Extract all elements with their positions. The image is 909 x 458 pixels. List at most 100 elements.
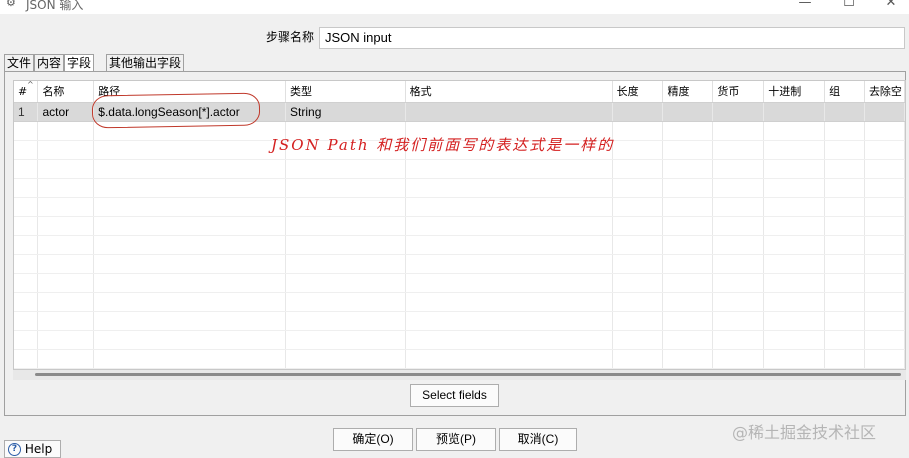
cell-name[interactable]: actor bbox=[37, 102, 95, 122]
empty-cell[interactable] bbox=[824, 330, 865, 350]
empty-cell[interactable] bbox=[285, 311, 406, 331]
empty-cell[interactable] bbox=[14, 330, 39, 350]
empty-cell[interactable] bbox=[824, 273, 865, 293]
empty-cell[interactable] bbox=[14, 216, 39, 236]
empty-cell[interactable] bbox=[285, 178, 406, 198]
empty-cell[interactable] bbox=[37, 311, 95, 331]
empty-cell[interactable] bbox=[864, 197, 905, 217]
tab-file[interactable]: 文件 bbox=[4, 54, 34, 72]
empty-cell[interactable] bbox=[93, 140, 287, 160]
empty-cell[interactable] bbox=[14, 311, 39, 331]
empty-table-row[interactable] bbox=[14, 349, 905, 369]
minimize-button[interactable]: — bbox=[790, 0, 820, 11]
empty-cell[interactable] bbox=[405, 235, 613, 255]
empty-table-row[interactable] bbox=[14, 216, 905, 236]
empty-cell[interactable] bbox=[662, 330, 714, 350]
empty-cell[interactable] bbox=[93, 197, 287, 217]
step-name-input[interactable]: JSON input bbox=[319, 27, 905, 49]
empty-cell[interactable] bbox=[712, 235, 765, 255]
empty-cell[interactable] bbox=[93, 254, 287, 274]
col-header-name[interactable]: 名称 bbox=[37, 81, 95, 103]
col-header-format[interactable]: 格式 bbox=[405, 81, 613, 103]
empty-cell[interactable] bbox=[824, 140, 865, 160]
empty-cell[interactable] bbox=[405, 216, 613, 236]
empty-cell[interactable] bbox=[37, 330, 95, 350]
col-header-type[interactable]: 类型 bbox=[285, 81, 406, 103]
col-header-num[interactable]: # bbox=[14, 81, 39, 103]
empty-cell[interactable] bbox=[763, 311, 826, 331]
empty-cell[interactable] bbox=[712, 349, 765, 369]
cell-format[interactable] bbox=[405, 102, 613, 122]
cell-type[interactable]: String bbox=[285, 102, 406, 122]
empty-table-row[interactable] bbox=[14, 197, 905, 217]
empty-cell[interactable] bbox=[864, 311, 905, 331]
empty-cell[interactable] bbox=[285, 349, 406, 369]
empty-cell[interactable] bbox=[285, 197, 406, 217]
empty-cell[interactable] bbox=[93, 292, 287, 312]
empty-cell[interactable] bbox=[662, 273, 714, 293]
empty-cell[interactable] bbox=[612, 254, 664, 274]
empty-cell[interactable] bbox=[662, 121, 714, 141]
empty-cell[interactable] bbox=[763, 235, 826, 255]
empty-cell[interactable] bbox=[824, 159, 865, 179]
empty-cell[interactable] bbox=[763, 121, 826, 141]
cell-decimal[interactable] bbox=[763, 102, 826, 122]
empty-table-row[interactable] bbox=[14, 178, 905, 198]
empty-cell[interactable] bbox=[14, 235, 39, 255]
empty-cell[interactable] bbox=[37, 216, 95, 236]
cell-length[interactable] bbox=[612, 102, 664, 122]
empty-cell[interactable] bbox=[14, 159, 39, 179]
select-fields-button[interactable]: Select fields bbox=[410, 384, 499, 407]
empty-cell[interactable] bbox=[864, 349, 905, 369]
maximize-button[interactable]: ☐ bbox=[834, 0, 864, 11]
empty-cell[interactable] bbox=[93, 235, 287, 255]
empty-cell[interactable] bbox=[763, 216, 826, 236]
empty-cell[interactable] bbox=[662, 292, 714, 312]
empty-cell[interactable] bbox=[612, 292, 664, 312]
empty-cell[interactable] bbox=[14, 178, 39, 198]
empty-cell[interactable] bbox=[93, 178, 287, 198]
empty-table-row[interactable] bbox=[14, 292, 905, 312]
empty-cell[interactable] bbox=[37, 121, 95, 141]
empty-cell[interactable] bbox=[824, 216, 865, 236]
empty-cell[interactable] bbox=[405, 311, 613, 331]
empty-cell[interactable] bbox=[285, 235, 406, 255]
empty-cell[interactable] bbox=[712, 140, 765, 160]
empty-cell[interactable] bbox=[712, 273, 765, 293]
empty-cell[interactable] bbox=[712, 121, 765, 141]
empty-cell[interactable] bbox=[824, 235, 865, 255]
empty-cell[interactable] bbox=[14, 197, 39, 217]
empty-cell[interactable] bbox=[662, 254, 714, 274]
empty-cell[interactable] bbox=[285, 273, 406, 293]
empty-cell[interactable] bbox=[763, 292, 826, 312]
empty-cell[interactable] bbox=[37, 292, 95, 312]
empty-cell[interactable] bbox=[612, 273, 664, 293]
empty-cell[interactable] bbox=[285, 159, 406, 179]
empty-cell[interactable] bbox=[763, 273, 826, 293]
cancel-button[interactable]: 取消(C) bbox=[499, 428, 577, 451]
empty-cell[interactable] bbox=[763, 254, 826, 274]
empty-cell[interactable] bbox=[612, 121, 664, 141]
cell-trim[interactable] bbox=[864, 102, 905, 122]
empty-cell[interactable] bbox=[824, 178, 865, 198]
empty-cell[interactable] bbox=[763, 349, 826, 369]
empty-cell[interactable] bbox=[712, 178, 765, 198]
empty-cell[interactable] bbox=[612, 235, 664, 255]
empty-cell[interactable] bbox=[612, 216, 664, 236]
empty-table-row[interactable] bbox=[14, 254, 905, 274]
empty-cell[interactable] bbox=[405, 178, 613, 198]
empty-cell[interactable] bbox=[864, 216, 905, 236]
empty-cell[interactable] bbox=[405, 330, 613, 350]
empty-cell[interactable] bbox=[763, 140, 826, 160]
empty-cell[interactable] bbox=[763, 159, 826, 179]
empty-cell[interactable] bbox=[285, 216, 406, 236]
empty-cell[interactable] bbox=[285, 254, 406, 274]
col-header-precision[interactable]: 精度 bbox=[662, 81, 714, 103]
empty-cell[interactable] bbox=[662, 235, 714, 255]
empty-cell[interactable] bbox=[14, 140, 39, 160]
empty-cell[interactable] bbox=[14, 292, 39, 312]
empty-cell[interactable] bbox=[864, 140, 905, 160]
empty-cell[interactable] bbox=[405, 159, 613, 179]
empty-cell[interactable] bbox=[37, 273, 95, 293]
empty-cell[interactable] bbox=[864, 178, 905, 198]
